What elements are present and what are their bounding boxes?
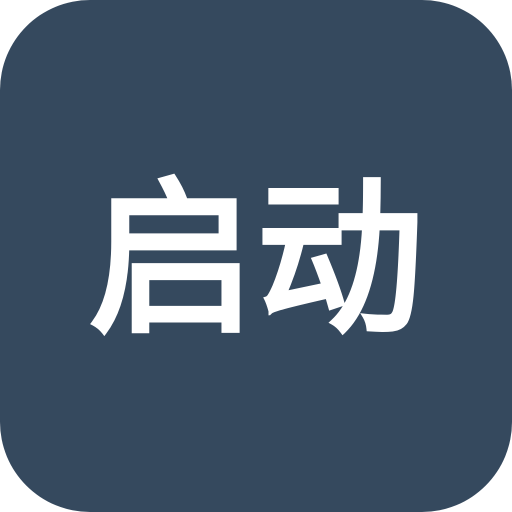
launch-app-icon[interactable]: 启动 [0, 0, 512, 512]
launch-label: 启动 [88, 162, 424, 358]
